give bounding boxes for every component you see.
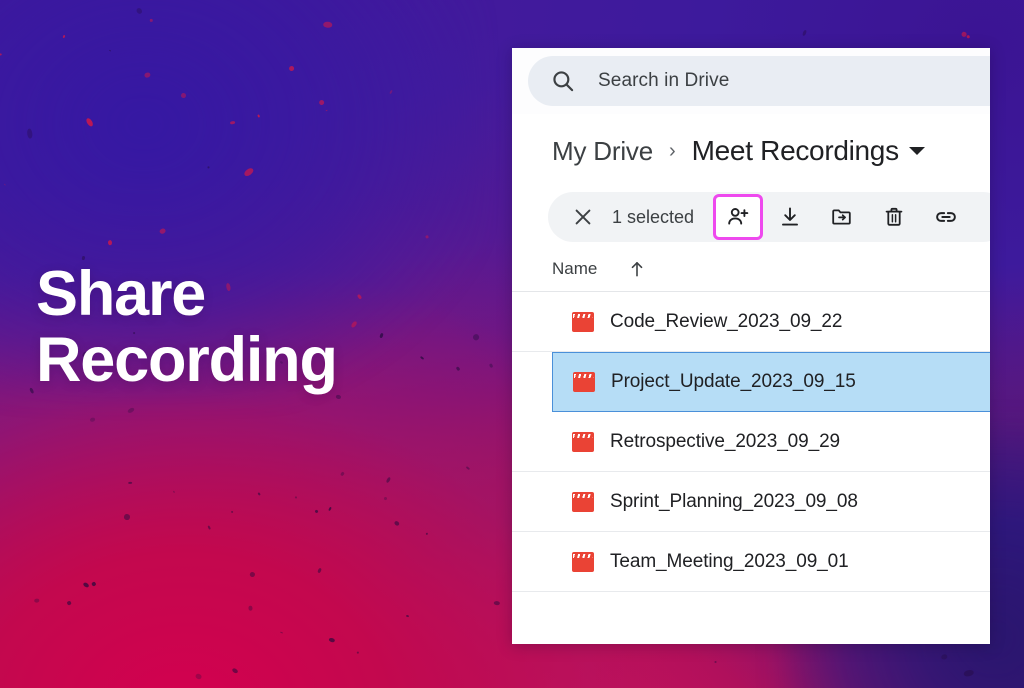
file-row[interactable]: Team_Meeting_2023_09_01	[512, 532, 990, 592]
file-name-label: Sprint_Planning_2023_09_08	[610, 490, 858, 512]
video-file-icon	[572, 551, 594, 572]
file-name-label: Retrospective_2023_09_29	[610, 430, 840, 452]
search-input[interactable]: Search in Drive	[528, 56, 990, 106]
chevron-down-icon[interactable]	[908, 147, 925, 155]
selection-toolbar-zone: 1 selected	[512, 188, 990, 246]
move-to-folder-icon	[832, 209, 851, 225]
breadcrumb-item-meet-recordings[interactable]: Meet Recordings	[692, 135, 899, 167]
search-placeholder: Search in Drive	[598, 70, 730, 91]
link-icon	[936, 212, 956, 222]
download-button[interactable]	[768, 197, 812, 237]
file-list: Code_Review_2023_09_22 Project_Update_202…	[512, 292, 990, 592]
video-file-icon	[572, 311, 594, 332]
search-icon	[553, 71, 574, 92]
video-file-icon	[572, 491, 594, 512]
file-row[interactable]: Retrospective_2023_09_29	[512, 412, 990, 472]
video-file-icon	[573, 372, 595, 392]
download-icon	[782, 207, 799, 226]
breadcrumb: My Drive › Meet Recordings	[512, 114, 990, 188]
trash-icon	[885, 207, 903, 226]
search-zone: Search in Drive	[512, 48, 990, 114]
hero-headline-line1: Share	[36, 259, 206, 329]
move-to-folder-button[interactable]	[820, 197, 864, 237]
column-header-row: Name	[512, 246, 990, 292]
hero-headline: Share Recording	[36, 259, 338, 395]
file-name-label: Project_Update_2023_09_15	[611, 371, 856, 392]
arrow-up-icon[interactable]	[627, 259, 647, 279]
google-drive-panel: Search in Drive My Drive › Meet Recordin…	[512, 48, 990, 644]
file-name-label: Team_Meeting_2023_09_01	[610, 550, 849, 572]
breadcrumb-separator-icon: ›	[668, 140, 676, 162]
hero-headline-line2: Recording	[36, 324, 338, 395]
close-icon	[575, 209, 591, 225]
column-header-name[interactable]: Name	[552, 259, 597, 279]
person-add-icon	[728, 208, 749, 225]
delete-button[interactable]	[872, 197, 916, 237]
share-button[interactable]	[713, 194, 764, 240]
file-name-label: Code_Review_2023_09_22	[610, 310, 843, 332]
file-row[interactable]: Sprint_Planning_2023_09_08	[512, 472, 990, 532]
video-file-icon	[572, 431, 594, 452]
breadcrumb-item-my-drive[interactable]: My Drive	[552, 136, 653, 167]
get-link-button[interactable]	[924, 197, 968, 237]
clear-selection-button[interactable]	[566, 200, 600, 234]
selection-count-label: 1 selected	[612, 206, 695, 227]
screenshot-canvas: Share Recording Search in Drive My Drive…	[0, 0, 1024, 688]
selection-toolbar: 1 selected	[548, 192, 990, 242]
file-row[interactable]: Project_Update_2023_09_15	[552, 352, 990, 412]
file-row[interactable]: Code_Review_2023_09_22	[512, 292, 990, 352]
